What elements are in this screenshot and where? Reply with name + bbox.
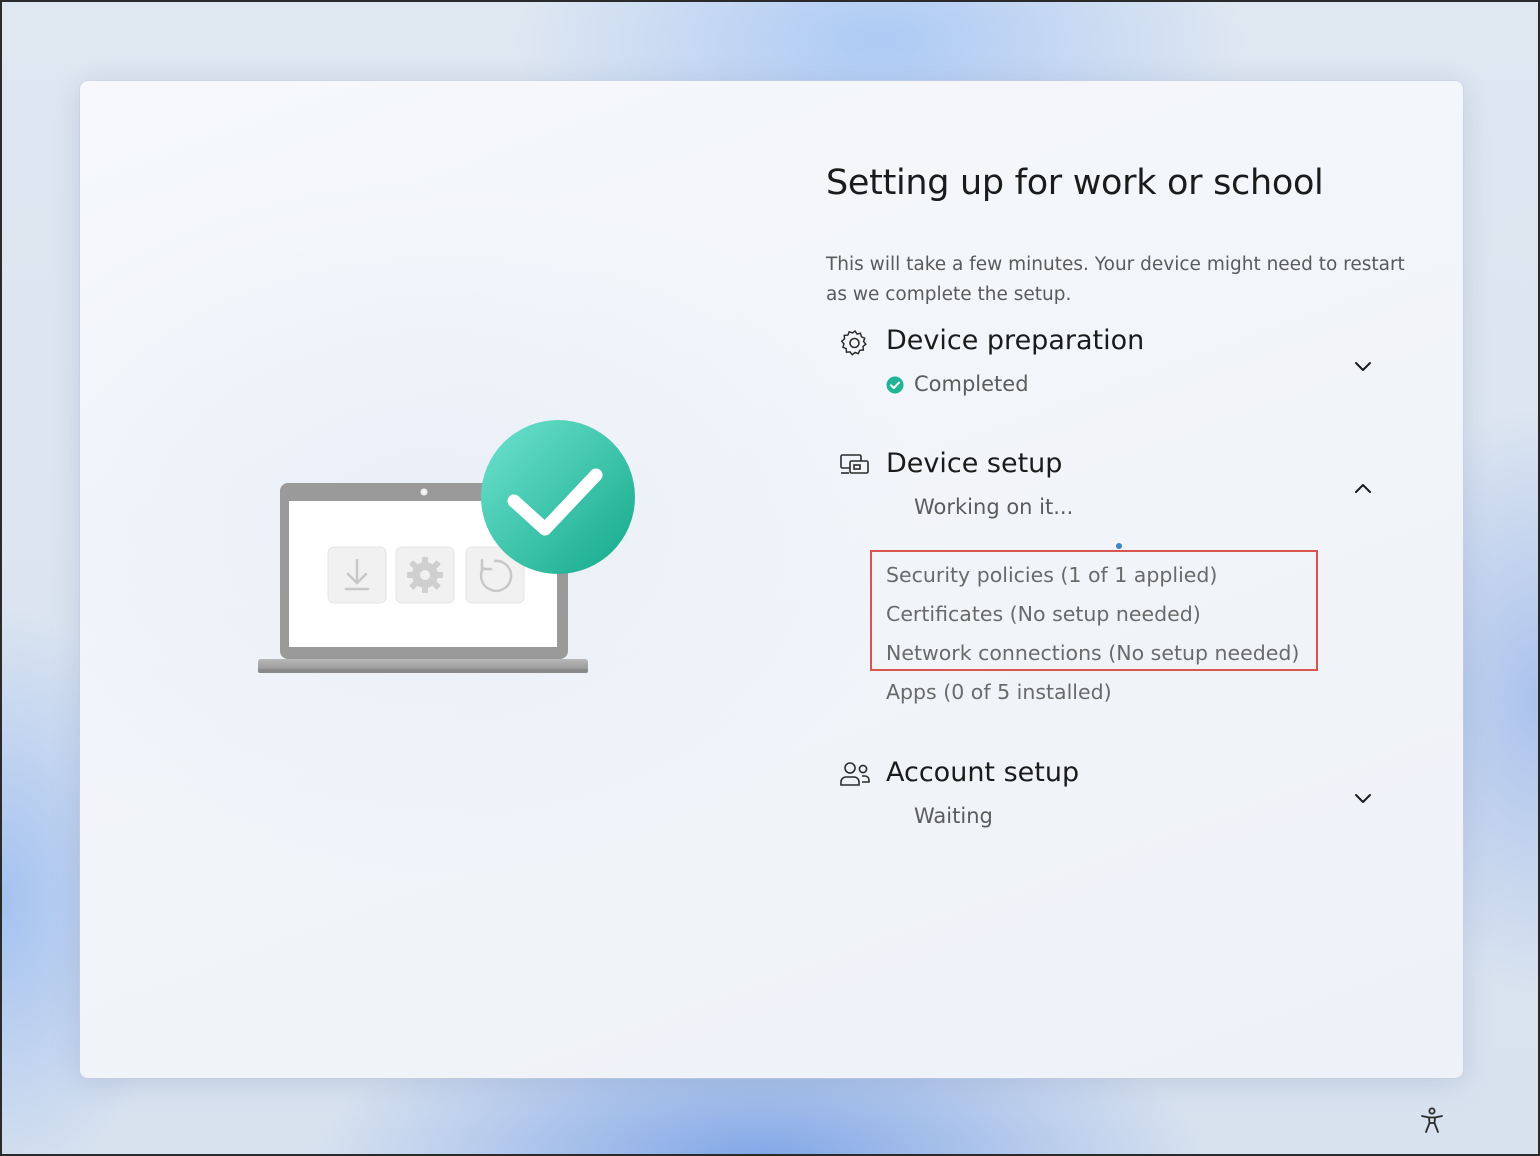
section-status: Working on it...	[914, 495, 1074, 519]
setup-card: Setting up for work or school This will …	[80, 81, 1463, 1078]
section-title: Device setup	[886, 448, 1063, 479]
chevron-down-icon[interactable]	[1350, 353, 1376, 379]
section-title: Device preparation	[886, 325, 1145, 356]
section-account-setup[interactable]: Account setup Waiting	[838, 757, 1398, 839]
section-status: Waiting	[914, 804, 993, 828]
page-title: Setting up for work or school	[826, 163, 1324, 203]
chevron-up-icon[interactable]	[1350, 476, 1376, 502]
section-device-preparation[interactable]: Device preparation Completed	[838, 325, 1398, 407]
download-icon	[327, 546, 387, 604]
gear-icon	[840, 330, 867, 356]
account-users-icon	[840, 762, 870, 786]
list-item: Apps (0 of 5 installed)	[886, 680, 1112, 704]
section-title: Account setup	[886, 757, 1080, 788]
device-setup-icon	[840, 454, 869, 474]
progress-indicator	[1116, 543, 1122, 549]
chevron-down-icon[interactable]	[1350, 785, 1376, 811]
gear-icon	[395, 546, 455, 604]
check-circle-icon	[886, 376, 904, 394]
accessibility-icon[interactable]	[1417, 1105, 1447, 1135]
section-device-setup[interactable]: Device setup Working on it...	[838, 448, 1398, 530]
page-subtitle: This will take a few minutes. Your devic…	[826, 254, 1405, 305]
section-status: Completed	[914, 372, 1029, 396]
checkmark-icon	[481, 420, 635, 574]
laptop-checkmark-illustration	[258, 420, 635, 673]
highlight-annotation-box	[870, 550, 1318, 671]
